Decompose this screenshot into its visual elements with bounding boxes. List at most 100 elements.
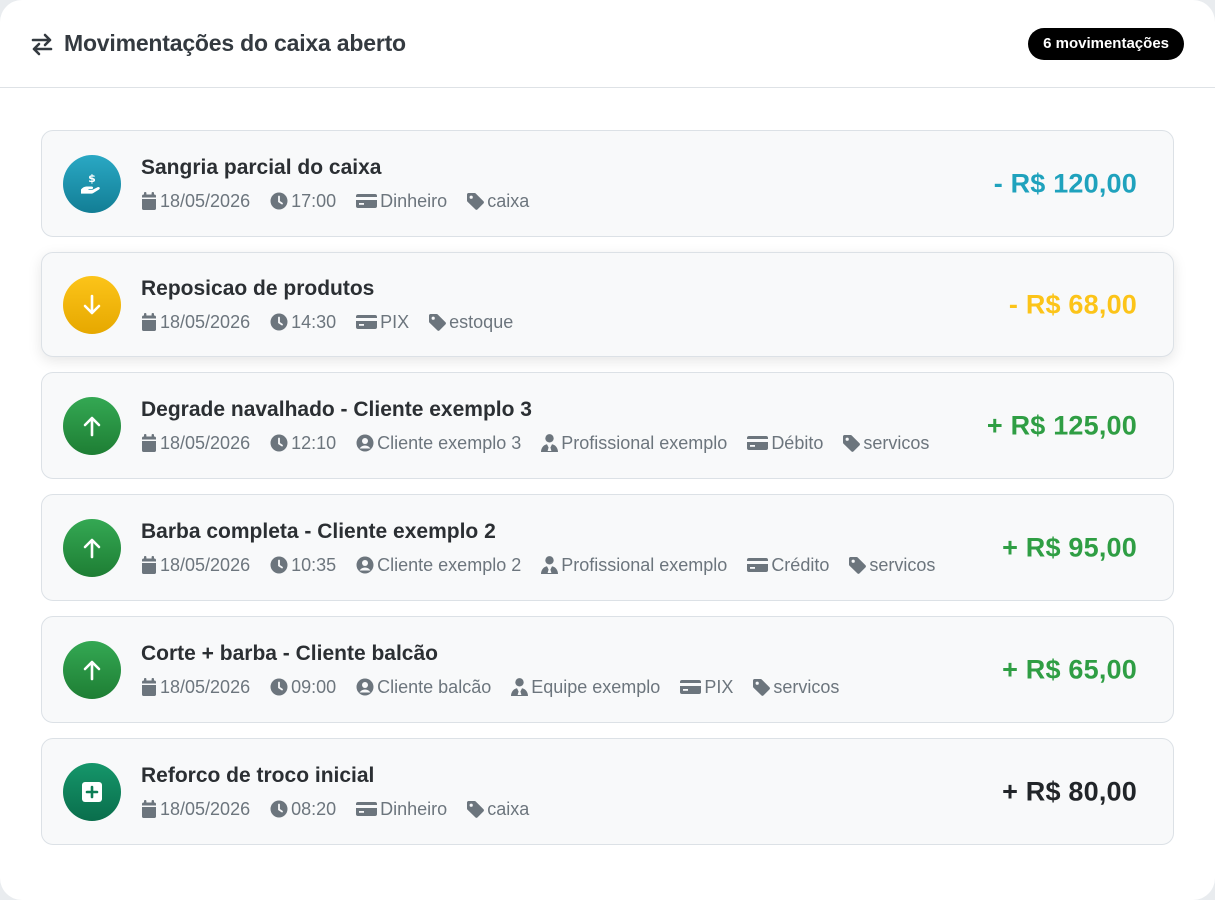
- movement-amount: - R$ 120,00: [993, 168, 1137, 198]
- date-text: 18/05/2026: [160, 432, 251, 453]
- professional-text: Equipe exemplo: [531, 676, 661, 697]
- date-text: 18/05/2026: [160, 798, 251, 819]
- meta-payment: Débito: [747, 433, 823, 454]
- meta-time: 09:00: [270, 677, 336, 698]
- movement-amount: + R$ 125,00: [986, 410, 1137, 440]
- credit-card-icon: [747, 558, 769, 572]
- time-text: 12:10: [291, 432, 337, 453]
- meta-date: 18/05/2026: [141, 677, 250, 698]
- tag-icon: [753, 678, 771, 696]
- meta-category: caixa: [467, 799, 529, 820]
- meta-date: 18/05/2026: [141, 312, 250, 333]
- arrow-up-icon: [63, 396, 121, 455]
- meta-time: 10:35: [270, 555, 336, 576]
- meta-payment: PIX: [356, 312, 409, 333]
- date-text: 18/05/2026: [160, 676, 251, 697]
- movement-card[interactable]: Degrade navalhado - Cliente exemplo 3 18…: [41, 372, 1174, 479]
- category-text: caixa: [487, 798, 530, 819]
- calendar-icon: [142, 313, 156, 331]
- page-title: Movimentações do caixa aberto: [64, 30, 406, 56]
- meta-payment: PIX: [680, 677, 733, 698]
- client-text: Cliente balcão: [377, 676, 492, 697]
- hand-money-icon: $: [63, 154, 121, 213]
- date-text: 18/05/2026: [160, 190, 251, 211]
- meta-category: servicos: [849, 555, 935, 576]
- movement-amount: + R$ 80,00: [1002, 776, 1137, 806]
- meta-category: servicos: [843, 433, 929, 454]
- client-text: Cliente exemplo 2: [377, 554, 522, 575]
- meta-professional: Profissional exemplo: [541, 555, 727, 576]
- exchange-arrows-icon: [30, 32, 54, 56]
- arrow-up-icon: [63, 518, 121, 577]
- professional-text: Profissional exemplo: [561, 432, 728, 453]
- calendar-icon: [142, 678, 156, 696]
- credit-card-icon: [356, 194, 378, 208]
- svg-text:$: $: [88, 172, 96, 185]
- movement-card[interactable]: Reposicao de produtos 18/05/2026 14:30 P…: [41, 252, 1174, 357]
- credit-card-icon: [356, 315, 378, 329]
- user-tie-icon: [541, 434, 559, 452]
- movement-amount: - R$ 68,00: [1008, 289, 1137, 319]
- payment-text: PIX: [380, 311, 410, 332]
- movement-card[interactable]: $ Sangria parcial do caixa 18/05/2026 17…: [41, 130, 1174, 237]
- meta-date: 18/05/2026: [141, 191, 250, 212]
- movement-card[interactable]: Barba completa - Cliente exemplo 2 18/05…: [41, 494, 1174, 601]
- category-text: servicos: [869, 554, 936, 575]
- client-text: Cliente exemplo 3: [377, 432, 522, 453]
- meta-date: 18/05/2026: [141, 555, 250, 576]
- credit-card-icon: [747, 436, 769, 450]
- meta-date: 18/05/2026: [141, 433, 250, 454]
- meta-time: 08:20: [270, 799, 336, 820]
- movement-card[interactable]: Reforco de troco inicial 18/05/2026 08:2…: [41, 738, 1174, 845]
- meta-professional: Equipe exemplo: [511, 677, 660, 698]
- meta-category: estoque: [429, 312, 513, 333]
- movement-amount: + R$ 95,00: [1002, 532, 1137, 562]
- clock-icon: [270, 678, 288, 696]
- cash-movements-panel: Movimentações do caixa aberto 6 moviment…: [0, 0, 1215, 900]
- meta-client: Cliente exemplo 2: [356, 555, 521, 576]
- plus-square-icon: [63, 762, 121, 821]
- movement-amount: + R$ 65,00: [1002, 654, 1137, 684]
- clock-icon: [270, 313, 288, 331]
- calendar-icon: [142, 800, 156, 818]
- tag-icon: [467, 192, 485, 210]
- meta-professional: Profissional exemplo: [541, 433, 727, 454]
- user-circle-icon: [356, 678, 374, 696]
- professional-text: Profissional exemplo: [561, 554, 728, 575]
- user-circle-icon: [356, 434, 374, 452]
- credit-card-icon: [356, 802, 378, 816]
- time-text: 08:20: [291, 798, 337, 819]
- calendar-icon: [142, 556, 156, 574]
- date-text: 18/05/2026: [160, 311, 251, 332]
- calendar-icon: [142, 192, 156, 210]
- movement-card[interactable]: Corte + barba - Cliente balcão 18/05/202…: [41, 616, 1174, 723]
- movements-count-badge: 6 movimentações: [1028, 27, 1184, 60]
- meta-category: servicos: [753, 677, 839, 698]
- user-tie-icon: [541, 556, 559, 574]
- tag-icon: [467, 800, 485, 818]
- meta-category: caixa: [467, 191, 529, 212]
- payment-text: Dinheiro: [380, 798, 448, 819]
- calendar-icon: [142, 434, 156, 452]
- panel-header: Movimentações do caixa aberto 6 moviment…: [0, 0, 1215, 88]
- arrow-down-icon: [63, 275, 121, 334]
- clock-icon: [270, 434, 288, 452]
- meta-payment: Crédito: [747, 555, 829, 576]
- tag-icon: [429, 313, 447, 331]
- meta-payment: Dinheiro: [356, 799, 447, 820]
- category-text: servicos: [863, 432, 930, 453]
- meta-time: 17:00: [270, 191, 336, 212]
- meta-time: 14:30: [270, 312, 336, 333]
- movements-list: $ Sangria parcial do caixa 18/05/2026 17…: [41, 130, 1174, 845]
- clock-icon: [270, 800, 288, 818]
- payment-text: PIX: [704, 676, 734, 697]
- payment-text: Débito: [771, 432, 824, 453]
- user-tie-icon: [511, 678, 529, 696]
- tag-icon: [843, 434, 861, 452]
- title-wrap: Movimentações do caixa aberto: [30, 30, 406, 57]
- category-text: servicos: [773, 676, 840, 697]
- payment-text: Dinheiro: [380, 190, 448, 211]
- meta-payment: Dinheiro: [356, 191, 447, 212]
- time-text: 14:30: [291, 311, 337, 332]
- tag-icon: [849, 556, 867, 574]
